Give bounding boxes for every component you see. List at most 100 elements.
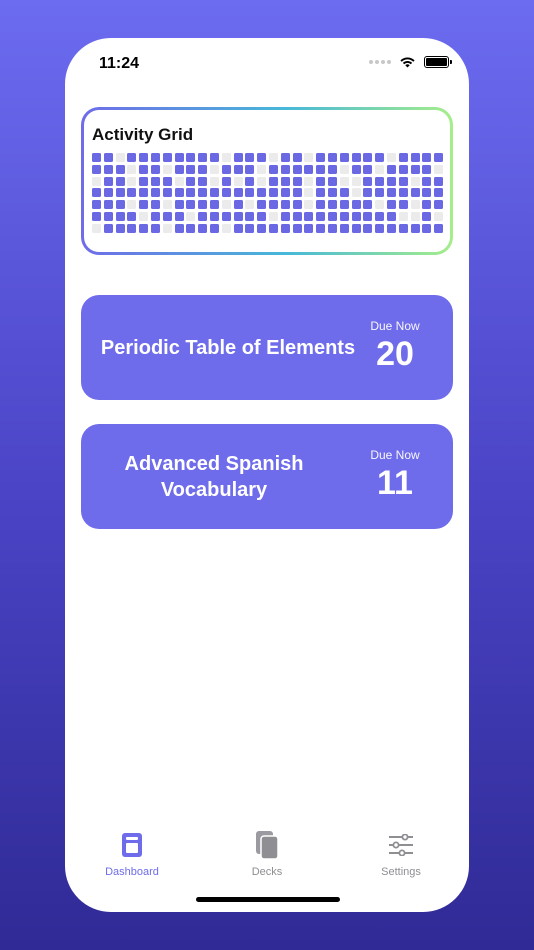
activity-cell — [351, 211, 361, 221]
activity-cell — [127, 188, 137, 198]
activity-cell — [386, 164, 396, 174]
activity-cell — [221, 223, 231, 233]
activity-cell — [103, 211, 113, 221]
wifi-icon — [400, 57, 415, 68]
activity-cell — [198, 153, 208, 162]
activity-cell — [422, 176, 432, 186]
battery-icon — [424, 56, 452, 68]
activity-cell — [386, 176, 396, 186]
activity-cell — [375, 211, 385, 221]
activity-cell — [434, 223, 444, 233]
activity-cell — [316, 188, 326, 198]
activity-cell — [92, 176, 101, 186]
activity-cell — [257, 211, 267, 221]
activity-cell — [257, 188, 267, 198]
activity-cell — [410, 211, 420, 221]
activity-cell — [292, 176, 302, 186]
activity-cell — [339, 188, 349, 198]
activity-cell — [233, 211, 243, 221]
activity-cell — [422, 164, 432, 174]
activity-cell — [233, 223, 243, 233]
activity-cell — [186, 223, 196, 233]
activity-cell — [386, 200, 396, 210]
tab-decks[interactable]: Decks — [222, 830, 312, 878]
activity-cell — [304, 223, 314, 233]
activity-cell — [434, 200, 444, 210]
activity-cell — [398, 223, 408, 233]
activity-cell — [363, 211, 373, 221]
activity-cell — [434, 176, 444, 186]
activity-cell — [245, 223, 255, 233]
activity-cell — [292, 200, 302, 210]
dashboard-icon — [122, 833, 142, 857]
activity-cell — [233, 164, 243, 174]
due-count: 20 — [376, 335, 414, 373]
activity-cell — [162, 188, 172, 198]
activity-cell — [316, 211, 326, 221]
activity-cell — [398, 200, 408, 210]
activity-heatmap — [92, 153, 444, 233]
activity-cell — [245, 211, 255, 221]
activity-cell — [103, 176, 113, 186]
activity-cell — [233, 176, 243, 186]
activity-cell — [257, 223, 267, 233]
deck-card-advanced-spanish[interactable]: Advanced Spanish Vocabulary Due Now 11 — [81, 424, 453, 529]
activity-cell — [363, 188, 373, 198]
cellular-signal-icon — [369, 60, 391, 64]
activity-cell — [257, 176, 267, 186]
activity-cell — [162, 223, 172, 233]
activity-cell — [150, 211, 160, 221]
activity-cell — [92, 188, 101, 198]
activity-cell — [304, 176, 314, 186]
activity-cell — [198, 211, 208, 221]
activity-cell — [139, 200, 149, 210]
activity-cell — [174, 176, 184, 186]
activity-cell — [221, 176, 231, 186]
home-indicator[interactable] — [196, 897, 340, 902]
activity-cell — [339, 164, 349, 174]
activity-cell — [150, 200, 160, 210]
activity-cell — [410, 176, 420, 186]
activity-cell — [327, 164, 337, 174]
activity-cell — [410, 153, 420, 162]
activity-cell — [115, 188, 125, 198]
activity-cell — [327, 211, 337, 221]
tab-settings[interactable]: Settings — [356, 830, 446, 878]
activity-cell — [304, 200, 314, 210]
activity-cell — [434, 164, 444, 174]
tab-label: Dashboard — [105, 866, 159, 878]
activity-cell — [316, 200, 326, 210]
activity-cell — [375, 153, 385, 162]
activity-cell — [363, 200, 373, 210]
activity-cell — [103, 153, 113, 162]
activity-cell — [174, 223, 184, 233]
activity-cell — [280, 223, 290, 233]
activity-cell — [386, 188, 396, 198]
activity-cell — [139, 153, 149, 162]
activity-cell — [292, 211, 302, 221]
activity-cell — [127, 211, 137, 221]
activity-cell — [398, 153, 408, 162]
activity-cell — [198, 176, 208, 186]
activity-cell — [351, 200, 361, 210]
activity-cell — [150, 223, 160, 233]
due-now-label: Due Now — [370, 448, 420, 462]
activity-cell — [115, 153, 125, 162]
activity-cell — [209, 153, 219, 162]
deck-card-periodic-table[interactable]: Periodic Table of Elements Due Now 20 — [81, 295, 453, 400]
tab-dashboard[interactable]: Dashboard — [87, 830, 177, 878]
status-time: 11:24 — [99, 55, 140, 72]
activity-cell — [398, 164, 408, 174]
activity-grid-card: Activity Grid — [81, 107, 453, 255]
activity-cell — [351, 153, 361, 162]
activity-cell — [363, 164, 373, 174]
activity-cell — [115, 200, 125, 210]
activity-cell — [198, 223, 208, 233]
activity-cell — [351, 223, 361, 233]
activity-cell — [103, 164, 113, 174]
activity-cell — [398, 211, 408, 221]
activity-cell — [375, 200, 385, 210]
activity-cell — [280, 188, 290, 198]
activity-cell — [316, 164, 326, 174]
deck-name: Advanced Spanish Vocabulary — [124, 452, 304, 501]
